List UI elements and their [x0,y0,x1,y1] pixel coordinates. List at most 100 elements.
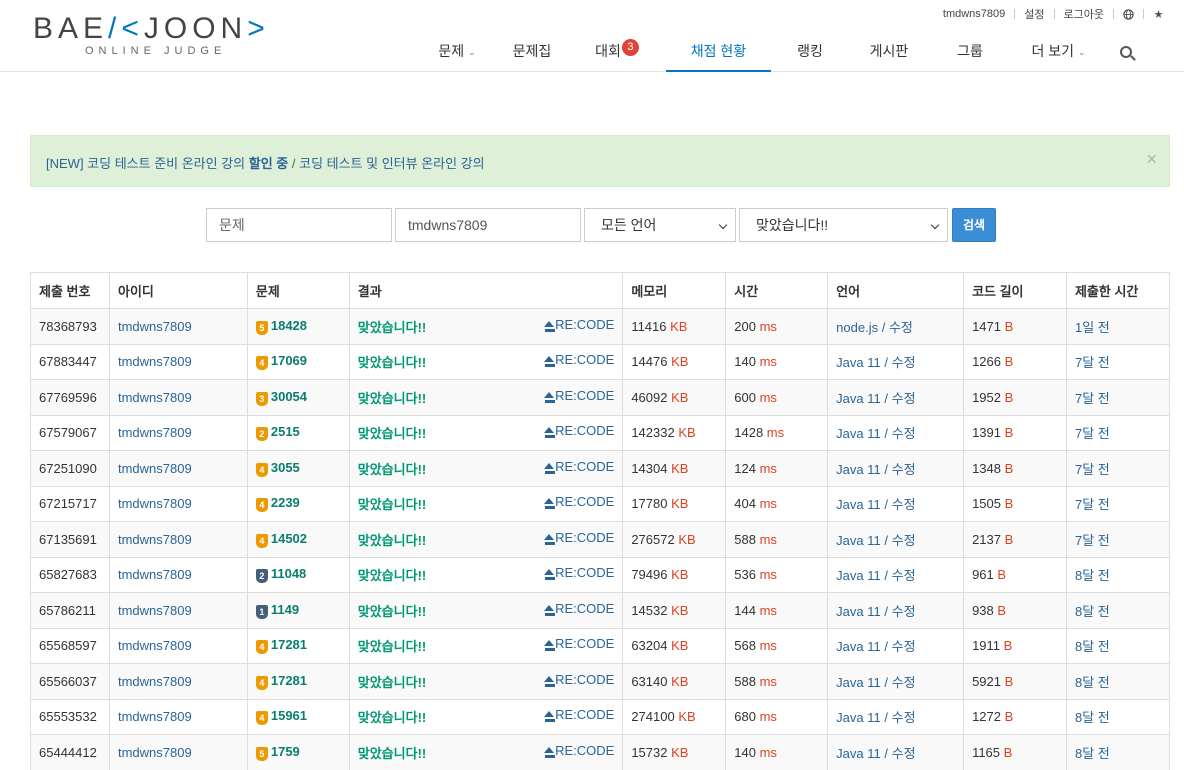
site-logo[interactable]: BAE/<JOON> ONLINE JUDGE [33,13,270,58]
recode-button[interactable]: RE:CODE [544,494,614,510]
edit-link[interactable]: 수정 [892,462,916,477]
recode-button[interactable]: RE:CODE [544,636,614,652]
recode-button[interactable]: RE:CODE [544,707,614,723]
problem-link[interactable]: 1759 [271,744,300,759]
problem-link[interactable]: 17069 [271,353,307,368]
submitted-time-link[interactable]: 8달 전 [1075,710,1110,725]
problem-link[interactable]: 11048 [271,566,306,581]
submitted-time-link[interactable]: 7달 전 [1075,426,1110,441]
submitted-time-link[interactable]: 7달 전 [1075,497,1110,512]
language-select[interactable]: 모든 언어 [584,208,736,242]
edit-link[interactable]: 수정 [892,568,916,583]
problem-link[interactable]: 18428 [271,318,307,333]
submitted-time-link[interactable]: 7달 전 [1075,391,1110,406]
problem-link[interactable]: 3055 [271,460,300,475]
problem-link[interactable]: 17281 [271,637,307,652]
submitted-time-link[interactable]: 8달 전 [1075,639,1110,654]
language-link[interactable]: Java 11 [836,462,881,477]
problem-link[interactable]: 15961 [271,708,307,723]
edit-link[interactable]: 수정 [892,710,916,725]
result-select[interactable]: 맞았습니다!! [739,208,948,242]
language-link[interactable]: Java 11 [836,497,881,512]
edit-link[interactable]: 수정 [892,675,916,690]
user-link[interactable]: tmdwns7809 [118,638,192,653]
globe-icon[interactable] [1123,8,1134,20]
recode-button[interactable]: RE:CODE [544,743,614,758]
language-link[interactable]: Java 11 [836,355,881,370]
username-link[interactable]: tmdwns7809 [943,8,1005,20]
recode-button[interactable]: RE:CODE [544,352,614,368]
problem-link[interactable]: 30054 [271,389,307,404]
problem-link[interactable]: 14502 [271,531,307,546]
edit-link[interactable]: 수정 [892,426,916,441]
user-input[interactable]: tmdwns7809 [395,208,581,242]
edit-link[interactable]: 수정 [892,639,916,654]
edit-link[interactable]: 수정 [892,746,916,761]
language-link[interactable]: node.js [836,320,878,335]
submitted-time-link[interactable]: 1일 전 [1075,320,1110,335]
recode-button[interactable]: RE:CODE [544,317,614,332]
search-button[interactable]: 검색 [952,208,996,242]
alert-link-interview[interactable]: 코딩 테스트 및 인터뷰 온라인 강의 [299,156,485,171]
user-link[interactable]: tmdwns7809 [118,461,192,476]
user-link[interactable]: tmdwns7809 [118,319,192,334]
problem-input[interactable]: 문제 [206,208,392,242]
recode-button[interactable]: RE:CODE [544,459,614,474]
user-link[interactable]: tmdwns7809 [118,496,192,511]
recode-button[interactable]: RE:CODE [544,601,614,616]
problem-link[interactable]: 1149 [271,602,299,617]
user-link[interactable]: tmdwns7809 [118,354,192,369]
recode-button[interactable]: RE:CODE [544,423,614,439]
recode-button[interactable]: RE:CODE [544,388,614,403]
submitted-time-link[interactable]: 8달 전 [1075,746,1110,761]
submitted-time-link[interactable]: 7달 전 [1075,355,1110,370]
language-link[interactable]: Java 11 [836,746,881,761]
nav-contest[interactable]: 대회 3 [568,34,666,72]
alert-link-course[interactable]: [NEW] 코딩 테스트 준비 온라인 강의 할인 중 [46,156,288,171]
language-link[interactable]: Java 11 [836,533,881,548]
language-link[interactable]: Java 11 [836,710,881,725]
nav-ranking[interactable]: 랭킹 [771,34,849,72]
user-link[interactable]: tmdwns7809 [118,709,192,724]
submitted-time-link[interactable]: 7달 전 [1075,462,1110,477]
user-link[interactable]: tmdwns7809 [118,425,192,440]
edit-link[interactable]: 수정 [892,497,916,512]
logout-link[interactable]: 로그아웃 [1064,6,1104,22]
submitted-time-link[interactable]: 8달 전 [1075,604,1110,619]
recode-button[interactable]: RE:CODE [544,565,614,581]
submitted-time-link[interactable]: 8달 전 [1075,568,1110,583]
submitted-time-link[interactable]: 7달 전 [1075,533,1110,548]
close-icon[interactable]: × [1146,150,1157,168]
user-link[interactable]: tmdwns7809 [118,567,192,582]
language-link[interactable]: Java 11 [836,604,881,619]
nav-board[interactable]: 게시판 [849,34,929,72]
language-link[interactable]: Java 11 [836,675,881,690]
user-link[interactable]: tmdwns7809 [118,603,192,618]
edit-link[interactable]: 수정 [892,604,916,619]
edit-link[interactable]: 수정 [892,533,916,548]
nav-problems[interactable]: 문제 ⌄ [418,34,496,72]
submitted-time-link[interactable]: 8달 전 [1075,675,1110,690]
recode-button[interactable]: RE:CODE [544,530,614,545]
nav-group[interactable]: 그룹 [929,34,1011,72]
star-icon[interactable]: ★ [1153,9,1164,21]
recode-button[interactable]: RE:CODE [544,672,614,687]
user-link[interactable]: tmdwns7809 [118,390,192,405]
language-link[interactable]: Java 11 [836,639,881,654]
problem-link[interactable]: 2239 [271,495,300,510]
user-link[interactable]: tmdwns7809 [118,532,192,547]
problem-link[interactable]: 17281 [271,673,307,688]
language-link[interactable]: Java 11 [836,391,881,406]
nav-search[interactable] [1106,34,1146,72]
nav-more[interactable]: 더 보기 ⌄ [1011,34,1106,72]
edit-link[interactable]: 수정 [892,355,916,370]
problem-link[interactable]: 2515 [271,424,300,439]
nav-workbook[interactable]: 문제집 [496,34,568,72]
language-link[interactable]: Java 11 [836,568,881,583]
language-link[interactable]: Java 11 [836,426,881,441]
edit-link[interactable]: 수정 [892,391,916,406]
edit-link[interactable]: 수정 [889,320,913,335]
user-link[interactable]: tmdwns7809 [118,745,192,760]
user-link[interactable]: tmdwns7809 [118,674,192,689]
nav-status[interactable]: 채점 현황 [666,34,771,72]
